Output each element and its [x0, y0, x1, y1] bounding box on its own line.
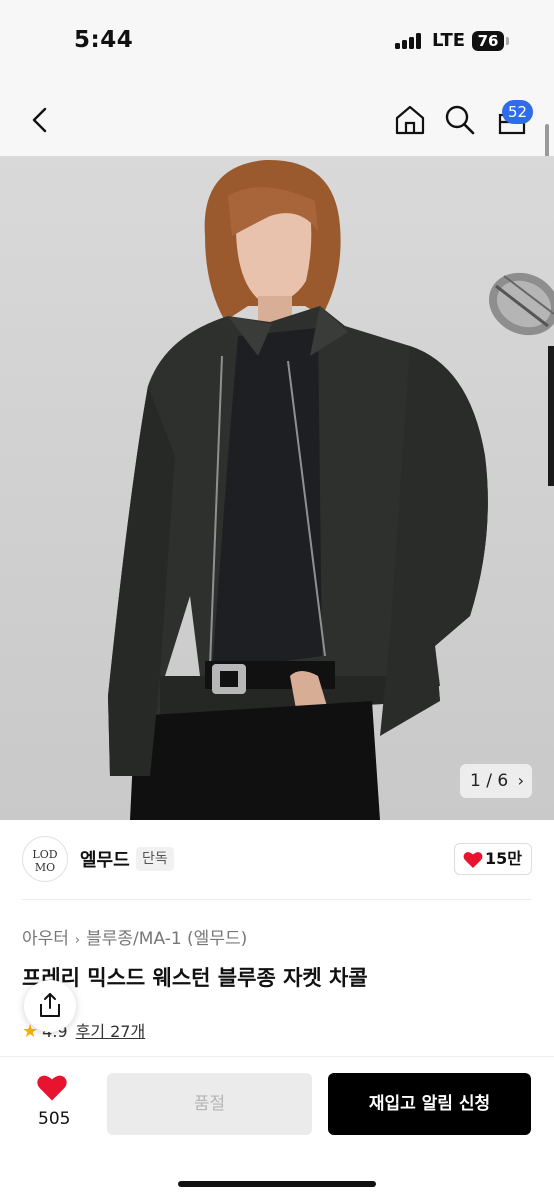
divider: [22, 899, 532, 900]
brand-like-count: 15만: [485, 849, 522, 868]
microphone-prop: [488, 272, 554, 486]
image-pager[interactable]: 1 / 6 ›: [460, 764, 532, 798]
home-icon: [395, 105, 425, 135]
chevron-right-icon: ›: [517, 771, 524, 790]
cart-count-badge: 52: [502, 100, 534, 124]
wishlist-count: 505: [38, 1109, 71, 1129]
reviews-link[interactable]: 후기 27개: [76, 1022, 146, 1041]
breadcrumb-item[interactable]: 아우터: [22, 929, 69, 949]
soldout-button: 품절: [107, 1073, 312, 1135]
signal-icon: [395, 33, 423, 49]
brand-like-button[interactable]: 15만: [454, 843, 532, 875]
back-button[interactable]: [22, 102, 58, 138]
pager-label: 1 / 6: [470, 771, 509, 791]
search-icon: [445, 105, 475, 135]
battery-nub: [506, 37, 509, 45]
share-button[interactable]: [24, 980, 76, 1032]
restock-alert-button[interactable]: 재입고 알림 신청: [328, 1073, 531, 1135]
nav-header: [0, 84, 554, 156]
status-time: 5:44: [74, 27, 134, 53]
breadcrumb-item[interactable]: 블루종/MA-1 (엘무드): [86, 929, 247, 949]
chevron-left-icon: [32, 107, 47, 133]
home-button[interactable]: [392, 102, 428, 138]
status-bar: 5:44 LTE 76: [0, 0, 554, 84]
battery-icon: 76: [472, 31, 504, 51]
heart-icon: [463, 852, 483, 868]
wishlist-button[interactable]: [36, 1074, 78, 1104]
exclusive-badge: 단독: [136, 847, 174, 871]
breadcrumb: 아우터 › 블루종/MA-1 (엘무드): [22, 924, 247, 949]
brand-name[interactable]: 엘무드: [80, 846, 130, 872]
search-button[interactable]: [442, 102, 478, 138]
heart-icon: [37, 1075, 67, 1101]
product-image[interactable]: [0, 156, 554, 820]
product-title: 프레리 믹스드 웨스턴 블루종 자켓 차콜: [22, 966, 368, 990]
model-photo: [108, 159, 554, 820]
home-indicator[interactable]: [178, 1181, 376, 1187]
share-icon: [40, 993, 60, 1017]
brand-logo[interactable]: LOD MO: [22, 836, 68, 882]
network-label: LTE: [432, 30, 466, 51]
chevron-right-icon: ›: [74, 933, 81, 948]
